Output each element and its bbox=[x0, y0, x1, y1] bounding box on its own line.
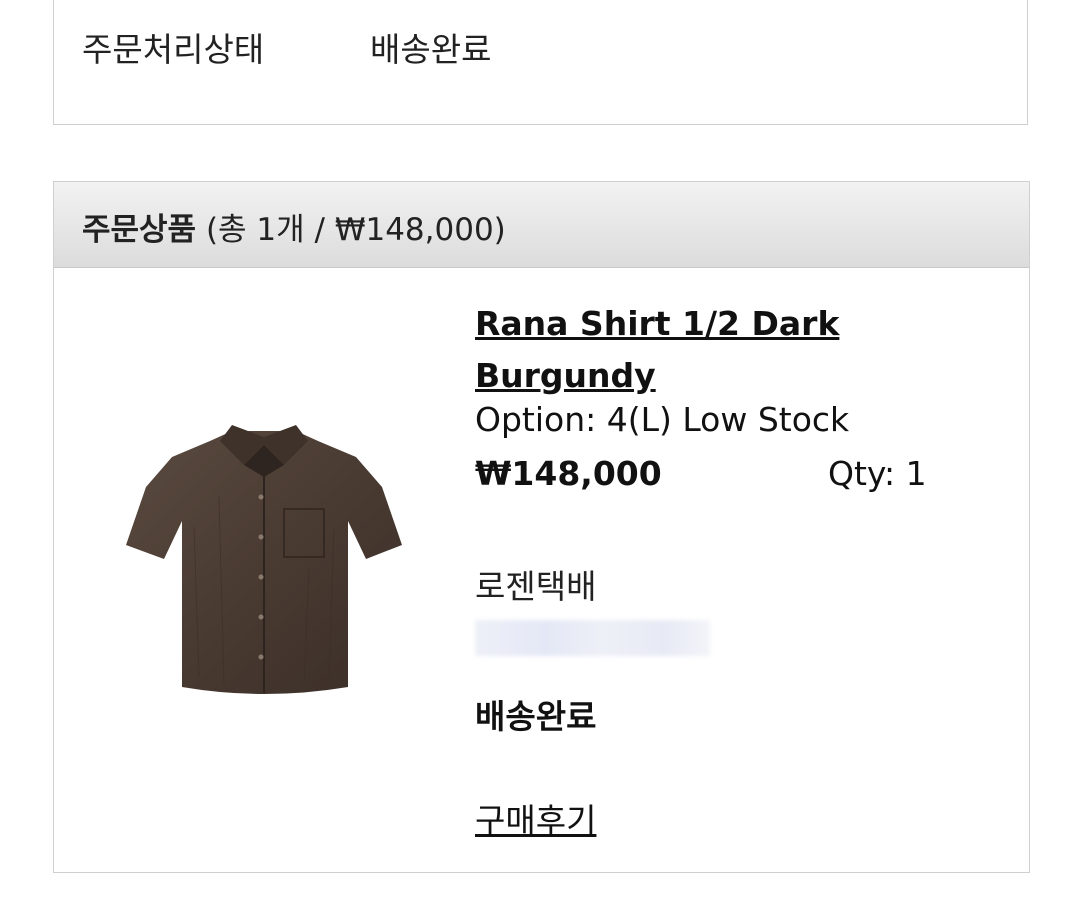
order-status-label: 주문처리상태 bbox=[82, 30, 265, 69]
order-products-header: 주문상품 (총 1개 / ₩148,000) bbox=[54, 182, 1029, 268]
tracking-number-redacted bbox=[475, 620, 710, 656]
product-image[interactable] bbox=[124, 417, 404, 702]
product-name-link[interactable]: Rana Shirt 1/2 Dark Burgundy bbox=[475, 298, 855, 402]
product-quantity: Qty: 1 bbox=[828, 454, 927, 493]
order-products-box: 주문상품 (총 1개 / ₩148,000) Rana Shirt 1/2 Da… bbox=[53, 181, 1030, 873]
product-option: Option: 4(L) Low Stock bbox=[475, 400, 850, 439]
order-status-value: 배송완료 bbox=[370, 30, 492, 69]
order-products-summary: (총 1개 / ₩148,000) bbox=[205, 212, 506, 248]
purchase-review-link[interactable]: 구매후기 bbox=[475, 794, 596, 842]
courier-name: 로젠택배 bbox=[475, 567, 597, 606]
product-price: ₩148,000 bbox=[475, 454, 662, 493]
order-products-title: 주문상품 bbox=[82, 212, 197, 248]
delivery-status: 배송완료 bbox=[475, 697, 597, 736]
order-status-box: 주문처리상태 배송완료 bbox=[53, 0, 1028, 125]
